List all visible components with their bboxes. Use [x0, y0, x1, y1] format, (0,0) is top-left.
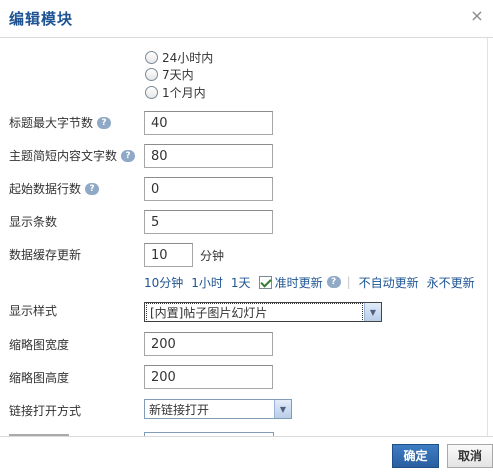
dialog-content[interactable]: 24小时内 7天内 1个月内 标题最大字节数 ? 主题简短内容文字数 ? 起始数…	[0, 38, 487, 436]
cache-update-input[interactable]	[144, 243, 193, 267]
radio-button[interactable]	[145, 85, 158, 99]
display-count-label: 显示条数	[9, 213, 57, 230]
radio-label: 7天内	[162, 67, 194, 82]
radio-label: 24小时内	[162, 50, 214, 65]
display-style-label: 显示样式	[9, 302, 57, 319]
summary-chars-input[interactable]	[144, 144, 273, 168]
link-never-update[interactable]: 永不更新	[427, 274, 475, 291]
field-label: 显示样式	[9, 304, 58, 318]
radio-button[interactable]	[145, 50, 158, 64]
radio-1month[interactable]: 1个月内	[145, 84, 206, 100]
field-label: 起始数据行数	[9, 182, 82, 196]
dialog-titlebar: 编辑模块 ×	[0, 0, 493, 38]
thumb-width-input[interactable]	[144, 332, 273, 356]
cancel-button[interactable]: 取消	[447, 444, 493, 468]
cache-quick-links: 10分钟 1小时 1天 准时更新 ? | 不自动更新 永不更新	[144, 274, 483, 290]
title-max-bytes-label: 标题最大字节数 ?	[9, 114, 112, 131]
scroll-track	[487, 38, 488, 438]
close-icon[interactable]: ×	[470, 8, 484, 24]
chevron-down-icon[interactable]: ▼	[274, 400, 291, 418]
cache-unit-label: 分钟	[200, 249, 225, 263]
title-max-bytes-input[interactable]	[144, 111, 273, 135]
cache-update-label: 数据缓存更新	[9, 246, 81, 263]
link-1day[interactable]: 1天	[231, 274, 251, 291]
help-icon[interactable]: ?	[326, 276, 341, 288]
select-value: [内置]帖子图片幻灯片	[146, 302, 363, 322]
thumb-width-label: 缩略图宽度	[9, 336, 69, 353]
link-open-select[interactable]: 新链接打开 ▼	[144, 399, 292, 419]
summary-chars-label: 主题简短内容文字数 ?	[9, 147, 136, 164]
help-icon[interactable]: ?	[97, 116, 112, 129]
field-label: 显示条数	[9, 215, 58, 229]
radio-label: 1个月内	[162, 85, 206, 100]
link-1hour[interactable]: 1小时	[191, 274, 223, 291]
field-label: 缩略图高度	[9, 371, 70, 385]
field-label: 链接打开方式	[9, 404, 82, 418]
select-value: 新链接打开	[149, 402, 210, 417]
radio-24h[interactable]: 24小时内	[145, 49, 213, 65]
link-10min[interactable]: 10分钟	[144, 274, 183, 291]
start-row-input[interactable]	[144, 177, 273, 201]
field-label: 标题最大字节数	[9, 116, 94, 130]
confirm-button[interactable]: 确定	[392, 444, 439, 468]
start-row-label: 起始数据行数 ?	[9, 180, 100, 197]
display-style-select[interactable]: [内置]帖子图片幻灯片 ▼	[144, 302, 382, 322]
link-open-label: 链接打开方式	[9, 402, 81, 419]
display-count-input[interactable]	[144, 210, 273, 234]
separator: |	[346, 275, 351, 289]
on-time-checkbox[interactable]	[258, 275, 272, 289]
thumb-height-input[interactable]	[144, 365, 273, 389]
chevron-down-icon[interactable]: ▼	[364, 303, 381, 321]
dialog-title: 编辑模块	[9, 10, 74, 28]
field-label: 主题简短内容文字数	[9, 149, 118, 163]
thumb-height-label: 缩略图高度	[9, 369, 69, 386]
link-no-auto-update[interactable]: 不自动更新	[359, 274, 419, 291]
help-icon[interactable]: ?	[121, 149, 136, 162]
on-time-label[interactable]: 准时更新	[275, 274, 323, 291]
field-label: 数据缓存更新	[9, 248, 82, 262]
radio-button[interactable]	[145, 67, 158, 81]
help-icon[interactable]: ?	[85, 182, 100, 195]
dialog-footer: 确定 取消	[0, 436, 493, 472]
field-label: 缩略图宽度	[9, 338, 70, 352]
radio-7days[interactable]: 7天内	[145, 66, 194, 82]
